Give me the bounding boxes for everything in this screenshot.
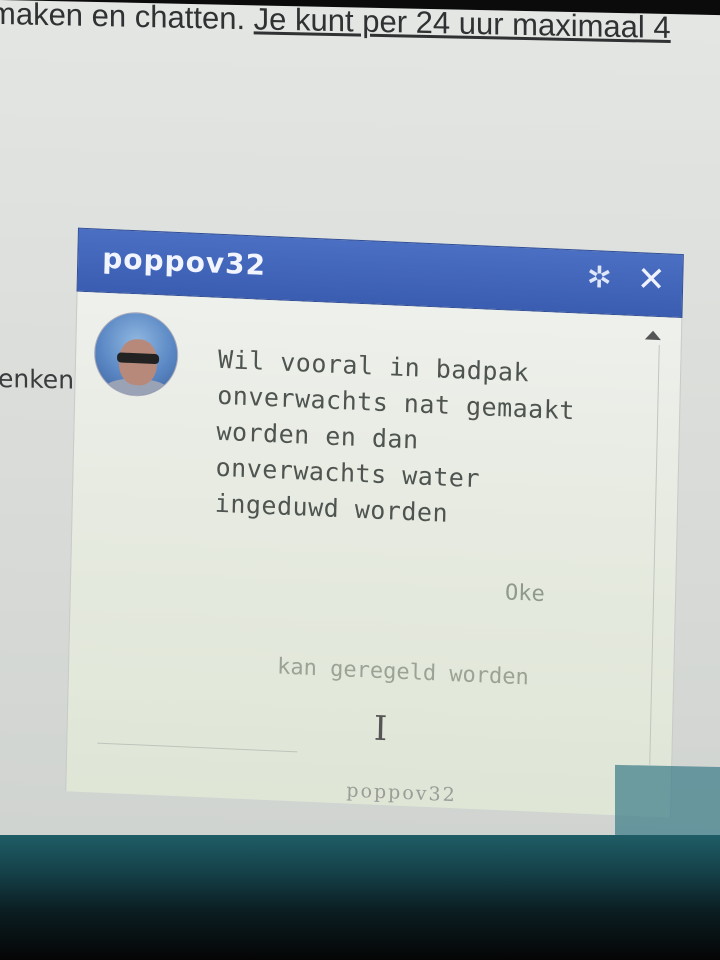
incoming-message: Wil vooral in badpak onverwachts nat gem… bbox=[214, 344, 576, 528]
close-icon[interactable]: ✕ bbox=[636, 259, 667, 300]
intro-limit-link[interactable]: Je kunt per 24 uur maximaal 4 bbox=[254, 1, 671, 45]
chat-title[interactable]: poppov32 bbox=[102, 242, 267, 282]
chat-footer-name: poppov32 bbox=[346, 779, 457, 807]
scroll-up-icon[interactable] bbox=[644, 330, 662, 341]
intro-plain-text: maken en chatten. bbox=[0, 0, 254, 37]
scrollbar[interactable] bbox=[649, 345, 660, 765]
avatar-sunglasses bbox=[116, 352, 160, 365]
background-panel bbox=[615, 764, 720, 838]
avatar[interactable] bbox=[93, 310, 180, 399]
text-cursor-icon: I bbox=[373, 708, 388, 750]
gear-icon[interactable]: ✲ bbox=[584, 260, 615, 296]
browser-page: maken en chatten. Je kunt per 24 uur max… bbox=[0, 0, 720, 896]
monitor-bezel bbox=[0, 835, 720, 960]
message-input[interactable] bbox=[97, 742, 298, 753]
outgoing-message: kan geregeld worden bbox=[276, 654, 530, 691]
page-intro-text: maken en chatten. Je kunt per 24 uur max… bbox=[0, 0, 671, 46]
chat-window: poppov32 ✲ ✕ Wil vooral in badpak onverw… bbox=[65, 227, 688, 818]
page-side-text: enken bbox=[0, 363, 75, 395]
outgoing-message: Oke bbox=[504, 580, 546, 608]
chat-messages: Wil vooral in badpak onverwachts nat gem… bbox=[65, 291, 683, 818]
